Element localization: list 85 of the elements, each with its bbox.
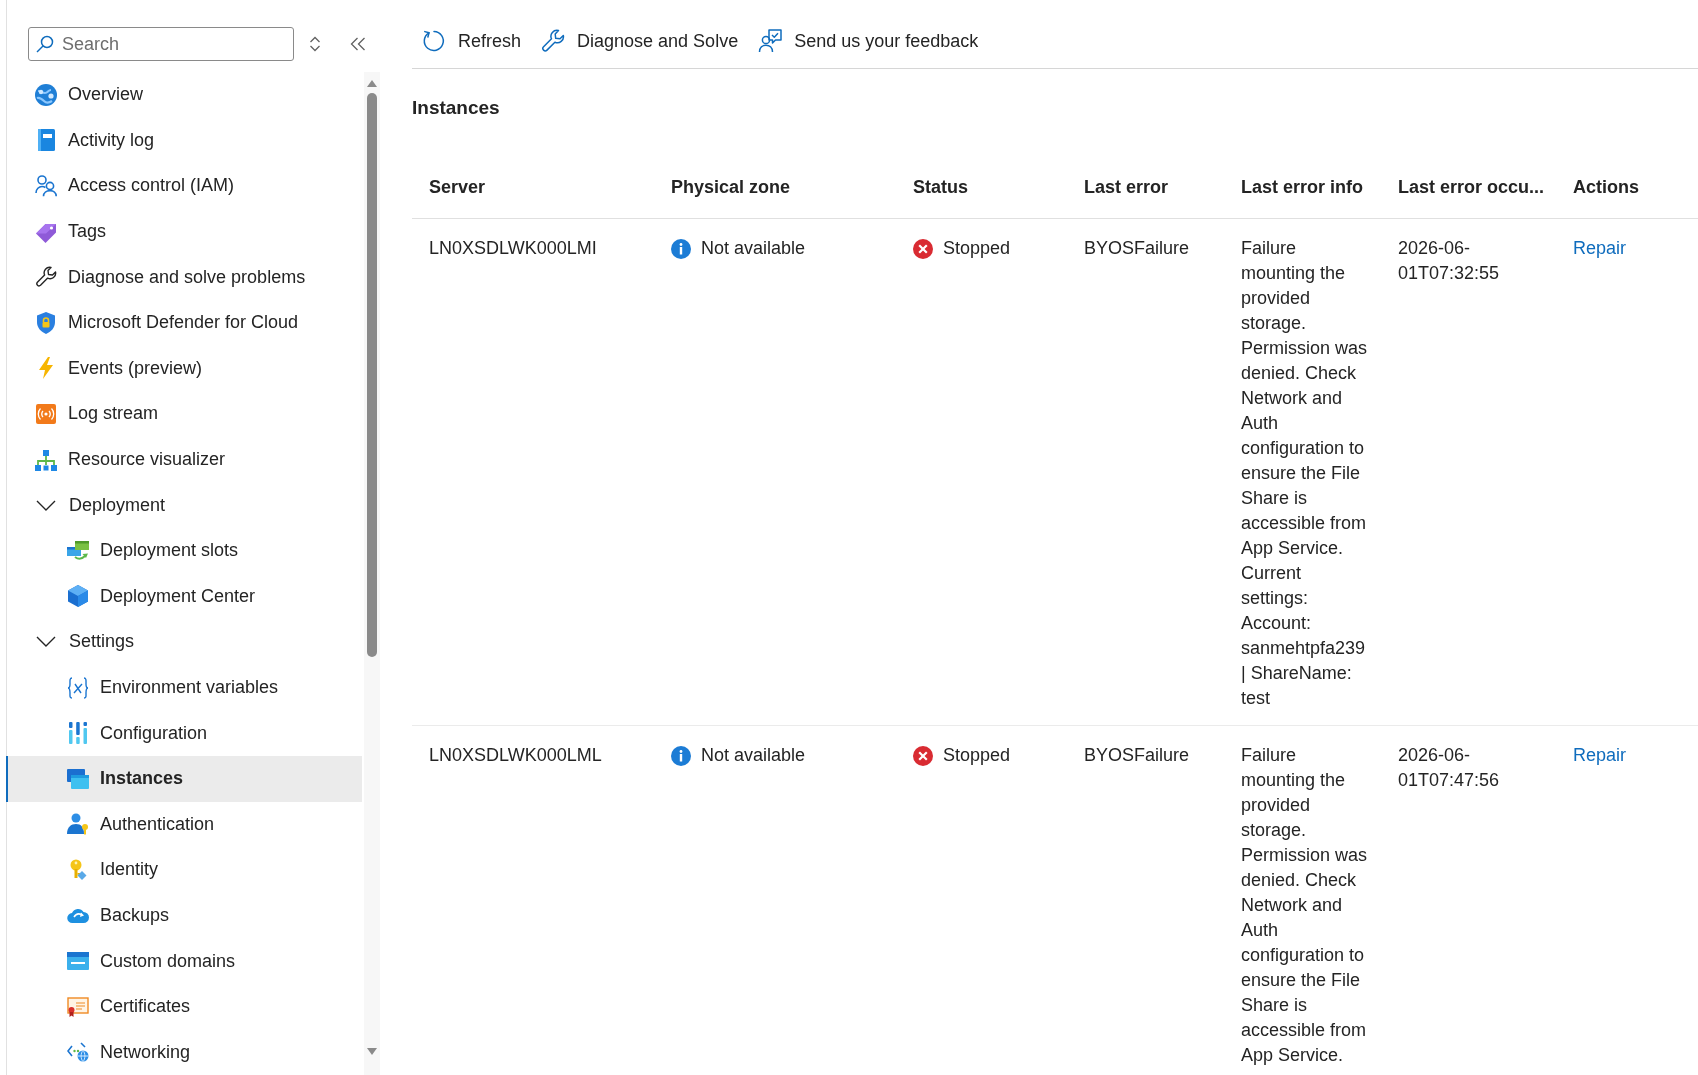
zone-text: Not available: [701, 237, 806, 260]
cube-icon: [68, 585, 88, 608]
sidebar-item[interactable]: Certificates: [6, 983, 362, 1030]
globe-icon: [35, 83, 57, 106]
sidebar-item[interactable]: Tags: [6, 208, 362, 255]
table-cell-text: Failure mounting the provided storage. Permission was denied. Check Network and Auth configuration to ensure the File Share is accessible from App Service.: [1240, 744, 1369, 1067]
search-icon: [36, 35, 54, 53]
error-icon: [913, 238, 933, 259]
network-icon: [67, 1042, 89, 1063]
sidebar-item[interactable]: Authentication: [6, 801, 362, 848]
table-cell-text: BYOSFailure: [1083, 744, 1191, 767]
sidebar-item[interactable]: Resource visualizer: [6, 436, 362, 483]
repair-link[interactable]: Repair: [1573, 238, 1627, 258]
collapse-button[interactable]: [350, 37, 366, 51]
book-icon: [37, 129, 55, 152]
column-header[interactable]: Status: [896, 159, 1067, 218]
zone-text: Not available: [701, 744, 806, 767]
user-key-icon: [67, 813, 89, 836]
scrollbar-thumb[interactable]: [367, 93, 377, 657]
people-icon: [35, 175, 57, 197]
column-header[interactable]: Server: [412, 159, 654, 218]
sidebar-item[interactable]: Backups: [6, 892, 362, 939]
section-title: Instances: [412, 96, 501, 120]
table-cell-text: LN0XSDLWK000LML: [428, 744, 603, 767]
table-cell-text: 2026-06-01T07:32:55: [1397, 237, 1501, 285]
sidebar-item[interactable]: Configuration: [6, 710, 362, 756]
sidebar-item[interactable]: Custom domains: [6, 938, 362, 984]
table-cell-text: BYOSFailure: [1083, 237, 1191, 260]
table-cell-text: LN0XSDLWK000LMI: [428, 237, 598, 260]
column-header[interactable]: Last error info: [1224, 159, 1381, 218]
sidebar-item[interactable]: Environment variables: [6, 664, 362, 711]
scroll-up-icon: [367, 80, 377, 87]
sort-icon: [309, 36, 321, 52]
sidebar-item[interactable]: Log stream: [6, 391, 362, 437]
chevron-down-icon: [36, 636, 56, 648]
sidebar-group[interactable]: Settings: [6, 619, 362, 665]
sidebar-item[interactable]: Access control (IAM): [6, 163, 362, 209]
shield-icon: [37, 311, 55, 334]
cloud-icon: [67, 906, 89, 925]
sidebar-item[interactable]: Activity log: [6, 117, 362, 164]
sidebar-item[interactable]: Diagnose and solve problems: [6, 254, 362, 300]
sidebar-item[interactable]: Deployment Center: [6, 573, 362, 620]
sidebar-item[interactable]: Microsoft Defender for Cloud: [6, 299, 362, 346]
column-header[interactable]: Physical zone: [654, 159, 896, 218]
column-header[interactable]: Last error: [1067, 159, 1224, 218]
chevron-down-icon: [36, 499, 56, 511]
sidebar-item[interactable]: Events (preview): [6, 345, 362, 392]
info-icon: [671, 745, 691, 766]
variable-icon: [67, 676, 89, 699]
table-cell-text: 2026-06-01T07:47:56: [1397, 744, 1501, 792]
column-header[interactable]: Actions: [1556, 159, 1698, 218]
error-icon: [913, 745, 933, 766]
sidebar-item[interactable]: Networking: [6, 1029, 362, 1075]
sidebar-item[interactable]: Instances: [6, 755, 362, 802]
wrench-icon: [35, 266, 57, 289]
wrench-icon: [541, 29, 566, 53]
info-icon: [671, 238, 691, 259]
sidebar-item[interactable]: Overview: [6, 72, 362, 118]
repair-link[interactable]: Repair: [1573, 745, 1627, 765]
windows-icon: [67, 768, 89, 789]
feedback-icon: [758, 29, 783, 53]
stacked-windows-icon: [67, 540, 89, 561]
refresh-button[interactable]: Refresh: [414, 25, 530, 57]
status-text: Stopped: [943, 237, 1011, 260]
refresh-icon: [422, 29, 446, 53]
sidebar-item[interactable]: Deployment slots: [6, 527, 362, 574]
double-chevron-icon: [350, 37, 366, 51]
column-header[interactable]: Last error occu...: [1381, 159, 1556, 218]
diagnose-button[interactable]: Diagnose and Solve: [533, 25, 747, 57]
hierarchy-icon: [35, 448, 57, 471]
sliders-icon: [68, 722, 88, 745]
sort-button[interactable]: [309, 36, 321, 52]
search-field[interactable]: Search: [28, 27, 294, 61]
certificate-icon: [67, 996, 89, 1017]
sidebar-group[interactable]: Deployment: [6, 482, 362, 528]
web-window-icon: [67, 952, 89, 971]
feedback-button[interactable]: Send us your feedback: [750, 25, 987, 57]
scroll-down-icon: [367, 1048, 377, 1055]
sidebar-item[interactable]: Identity: [6, 847, 362, 893]
scrollbar[interactable]: [364, 72, 380, 1075]
table-cell-text: Failure mounting the provided storage. Permission was denied. Check Network and Auth configuration to ensure the File Share is accessible from App Service. Current settings: Account: sanmehtpfa239 | ShareName: test: [1240, 237, 1369, 710]
lightning-icon: [38, 357, 54, 380]
key-icon: [69, 858, 87, 881]
status-text: Stopped: [943, 744, 1011, 767]
broadcast-icon: [36, 402, 56, 425]
